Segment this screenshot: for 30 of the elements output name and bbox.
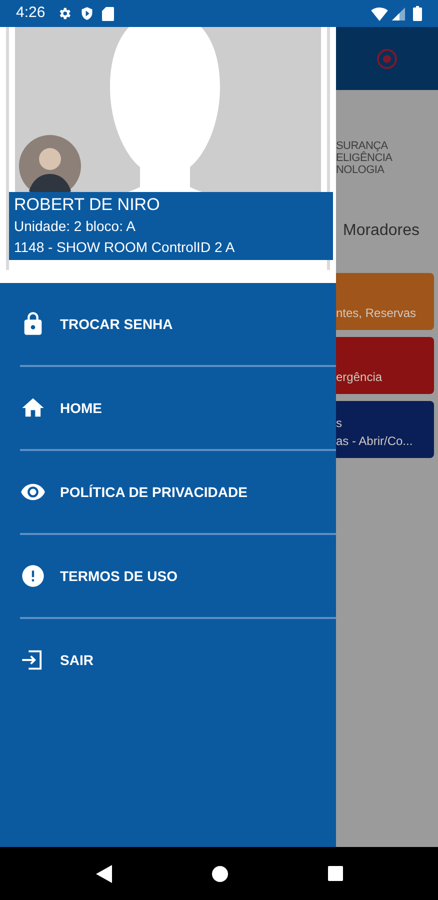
action-card[interactable]: ergência bbox=[336, 337, 434, 394]
alert-icon bbox=[20, 563, 46, 589]
brand-text: NOLOGIA bbox=[336, 164, 386, 176]
signal-icon bbox=[392, 6, 405, 20]
menu-item[interactable]: TROCAR SENHA bbox=[0, 283, 336, 365]
sd-card-icon bbox=[102, 6, 114, 20]
menu-item[interactable]: HOME bbox=[0, 367, 336, 449]
clock: 4:26 bbox=[16, 3, 46, 24]
card-text: ergência bbox=[336, 369, 384, 386]
wifi-icon bbox=[371, 6, 388, 20]
menu-item[interactable]: TERMOS DE USO bbox=[0, 535, 336, 617]
back-icon[interactable] bbox=[96, 864, 112, 882]
card-text: s bbox=[336, 415, 343, 432]
battery-icon bbox=[413, 6, 422, 21]
action-card[interactable]: s as - Abrir/Co... bbox=[336, 401, 434, 458]
page-title: Moradores bbox=[343, 221, 420, 241]
brand-text: ELIGÊNCIA bbox=[336, 152, 394, 164]
unit-text: Unidade: 2 bloco: A bbox=[14, 217, 136, 236]
card-text: as - Abrir/Co... bbox=[336, 433, 414, 450]
brand-text: SURANÇA bbox=[336, 140, 388, 152]
menu-item[interactable]: SAIR bbox=[0, 619, 336, 701]
location-text: 1148 - SHOW ROOM ControlID 2 A bbox=[14, 238, 236, 257]
card-text: ntes, Reservas bbox=[336, 305, 418, 322]
recents-icon[interactable] bbox=[328, 866, 342, 881]
home-button-icon[interactable] bbox=[212, 866, 228, 882]
shield-icon bbox=[80, 6, 94, 21]
menu-item[interactable]: POLÍTICA DE PRIVACIDADE bbox=[0, 451, 336, 533]
target-icon bbox=[375, 46, 399, 70]
user-name: ROBERT DE NIRO bbox=[14, 194, 161, 216]
gear-icon bbox=[57, 6, 72, 21]
